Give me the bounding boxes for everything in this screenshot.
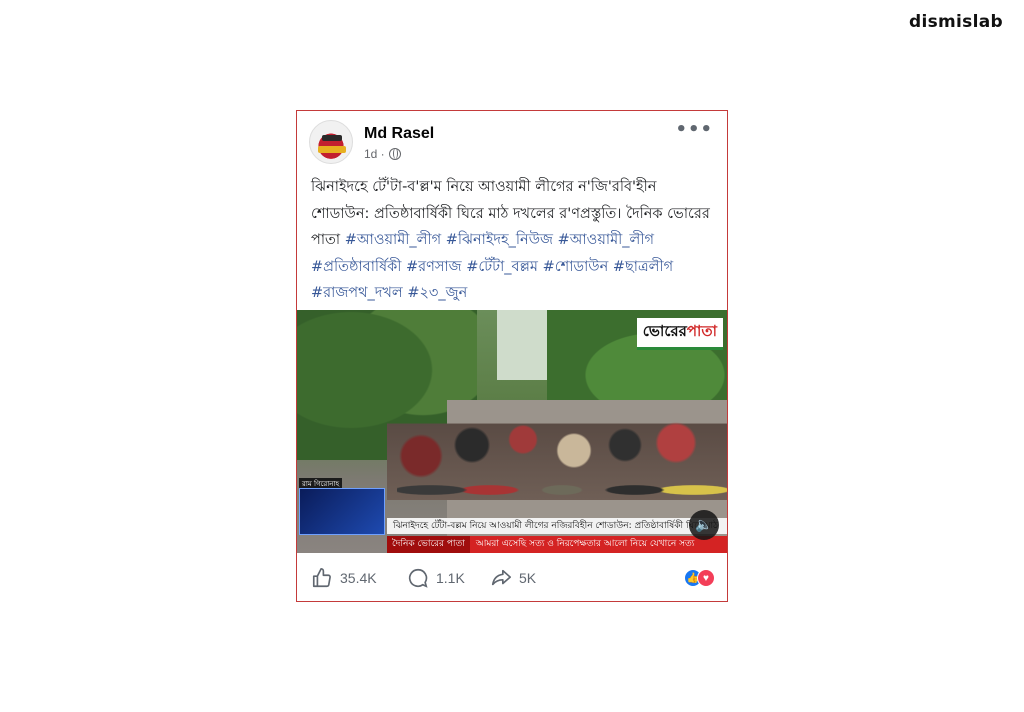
love-reaction-icon: ♥ — [697, 569, 715, 587]
hashtag[interactable]: #শোডাউন — [543, 259, 609, 275]
comment-count: 1.1K — [436, 570, 465, 586]
post-text: ঝিনাইদহে টেঁ'টা-ব'ল্ল'ম নিয়ে আওয়ামী লী… — [297, 169, 727, 307]
news-ticker-headline: ঝিনাইদহে টেঁটা-বল্লম নিয়ে আওয়ামী লীগের… — [387, 518, 727, 534]
hashtag[interactable]: #রাজপথ_দখল — [311, 285, 403, 301]
post-header: Md Rasel 1d · ••• — [297, 111, 727, 169]
like-count: 35.4K — [340, 570, 377, 586]
avatar-graphic — [322, 135, 342, 141]
ticker-message: আমরা এসেছি সত্য ও নিরপেক্ষতার আলো নিয়ে … — [475, 539, 695, 549]
comment-button[interactable]: 1.1K — [407, 567, 465, 589]
share-button[interactable]: 5K — [490, 567, 536, 589]
avatar-graphic — [318, 146, 346, 153]
sound-icon[interactable]: 🔈 — [689, 510, 719, 540]
post-time[interactable]: 1d · — [364, 147, 385, 161]
more-options-icon[interactable]: ••• — [675, 121, 713, 139]
inset-graphic — [299, 488, 385, 535]
like-button[interactable]: 35.4K — [311, 567, 377, 589]
brand-logo: dismislab — [909, 12, 1003, 32]
news-ticker-bar: দৈনিক ভোরের পাতা আমরা এসেছি সত্য ও নিরপে… — [387, 536, 727, 553]
hashtag[interactable]: #আওয়ামী_লীগ — [345, 232, 441, 248]
channel-logo-part: পাতা — [686, 322, 717, 340]
share-count: 5K — [519, 570, 537, 586]
hashtag[interactable]: #আওয়ামী_লীগ — [558, 232, 654, 248]
reaction-icons[interactable]: 👍 ♥ — [684, 569, 715, 587]
comment-icon — [408, 568, 428, 588]
post-meta: 1d · — [364, 147, 401, 161]
share-icon — [491, 569, 511, 586]
channel-logo-part: ভোরের — [642, 322, 687, 340]
author-name[interactable]: Md Rasel — [364, 125, 434, 143]
post-footer: 35.4K 1.1K 5K 👍 ♥ — [297, 555, 727, 601]
thumbs-up-icon — [312, 568, 331, 588]
hashtag[interactable]: #২৩_জুন — [407, 285, 467, 301]
hashtag[interactable]: #টেঁটা_বল্লম — [466, 259, 538, 275]
hashtag[interactable]: #ছাত্রলীগ — [613, 259, 673, 275]
hashtag[interactable]: #ঝিনাইদহ_নিউজ — [446, 232, 553, 248]
hashtag[interactable]: #রণসাজ — [406, 259, 462, 275]
ticker-source: দৈনিক ভোরের পাতা — [387, 536, 470, 553]
globe-icon — [388, 148, 401, 160]
channel-logo: ভোরেরপাতা — [636, 318, 723, 350]
hashtag[interactable]: #প্রতিষ্ঠাবার্ষিকী — [311, 259, 401, 275]
avatar[interactable] — [309, 120, 353, 164]
facebook-post-card: Md Rasel 1d · ••• ঝিনাইদহে টেঁ'টা-ব'ল্ল'… — [296, 110, 728, 602]
video-player[interactable]: ভোরেরপাতা রাম গিরোনাহ ঝিনাইদহে টেঁটা-বল্… — [297, 310, 727, 553]
